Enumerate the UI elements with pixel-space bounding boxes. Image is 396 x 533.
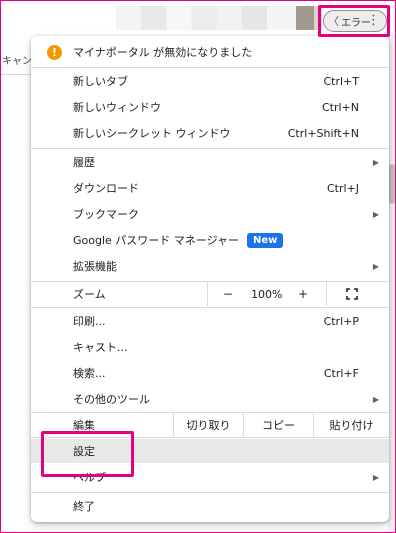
notice-label: マイナポータル が無効になりました <box>73 46 253 59</box>
menu-item-label: 新しいタブ <box>73 75 128 88</box>
menu-item-label: ブックマーク <box>73 208 139 221</box>
zoom-out-button[interactable]: − <box>223 287 233 301</box>
menu-item-label: 拡張機能 <box>73 260 117 273</box>
divider <box>31 148 389 149</box>
menu-item-new-tab[interactable]: 新しいタブ Ctrl+T <box>31 69 389 93</box>
highlight-box-settings <box>41 431 134 477</box>
paste-button[interactable]: 貼り付け <box>313 413 389 437</box>
submenu-arrow-icon: ▶ <box>372 261 379 271</box>
notice-row[interactable]: ! マイナポータル が無効になりました <box>31 40 389 64</box>
shortcut-label: Ctrl+J <box>326 181 359 195</box>
menu-item-new-incognito-window[interactable]: 新しいシークレット ウィンドウ Ctrl+Shift+N <box>31 121 389 145</box>
background-page: キャンセ <box>0 34 34 533</box>
submenu-arrow-icon: ▶ <box>372 394 379 404</box>
menu-item-label: Google パスワード マネージャー <box>73 234 240 247</box>
menu-item-exit[interactable]: 終了 <box>31 494 389 518</box>
submenu-arrow-icon: ▶ <box>372 472 379 482</box>
shortcut-label: Ctrl+Shift+N <box>287 126 359 140</box>
zoom-in-button[interactable]: + <box>298 287 308 301</box>
divider <box>207 282 208 306</box>
divider <box>31 67 389 68</box>
highlight-box-menu-button <box>318 5 390 37</box>
cut-button[interactable]: 切り取り <box>173 413 243 437</box>
menu-item-downloads[interactable]: ダウンロード Ctrl+J <box>31 176 389 200</box>
menu-item-bookmarks[interactable]: ブックマーク ▶ <box>31 202 389 226</box>
divider <box>31 307 389 308</box>
submenu-arrow-icon: ▶ <box>372 157 379 167</box>
menu-item-more-tools[interactable]: その他のツール ▶ <box>31 387 389 411</box>
zoom-label: ズーム <box>73 288 106 301</box>
page-scrollbar[interactable] <box>388 34 396 533</box>
menu-item-label: 印刷... <box>73 315 106 328</box>
menu-item-history[interactable]: 履歴 ▶ <box>31 150 389 174</box>
fullscreen-icon[interactable] <box>346 288 358 300</box>
background-tab-text: キャンセ <box>2 56 32 67</box>
blurred-extension-icon <box>296 6 314 30</box>
new-badge: New <box>247 233 284 248</box>
shortcut-label: Ctrl+N <box>321 100 359 114</box>
divider <box>0 74 34 75</box>
shortcut-label: Ctrl+F <box>323 366 359 380</box>
menu-item-new-window[interactable]: 新しいウィンドウ Ctrl+N <box>31 95 389 119</box>
divider <box>326 282 327 306</box>
shortcut-label: Ctrl+T <box>323 74 359 88</box>
menu-item-password-manager[interactable]: Google パスワード マネージャー New <box>31 228 389 252</box>
menu-item-cast[interactable]: キャスト... <box>31 335 389 359</box>
menu-item-label: 終了 <box>73 500 95 513</box>
menu-item-label: その他のツール <box>73 393 150 406</box>
menu-item-label: 新しいシークレット ウィンドウ <box>73 127 231 140</box>
warning-icon: ! <box>47 45 62 60</box>
menu-item-label: ダウンロード <box>73 182 139 195</box>
copy-button[interactable]: コピー <box>243 413 313 437</box>
blurred-extension-area <box>116 6 296 30</box>
shortcut-label: Ctrl+P <box>323 314 359 328</box>
menu-item-label: 履歴 <box>73 156 95 169</box>
zoom-row: ズーム − 100% + <box>31 282 389 306</box>
menu-item-extensions[interactable]: 拡張機能 ▶ <box>31 254 389 278</box>
menu-item-find[interactable]: 検索... Ctrl+F <box>31 361 389 385</box>
submenu-arrow-icon: ▶ <box>372 209 379 219</box>
zoom-level: 100% <box>251 287 283 301</box>
menu-item-label: キャスト... <box>73 341 128 354</box>
divider <box>31 492 389 493</box>
scrollbar-thumb[interactable] <box>389 164 395 204</box>
menu-item-label: 新しいウィンドウ <box>73 101 161 114</box>
menu-item-label: 検索... <box>73 367 106 380</box>
menu-item-print[interactable]: 印刷... Ctrl+P <box>31 309 389 333</box>
